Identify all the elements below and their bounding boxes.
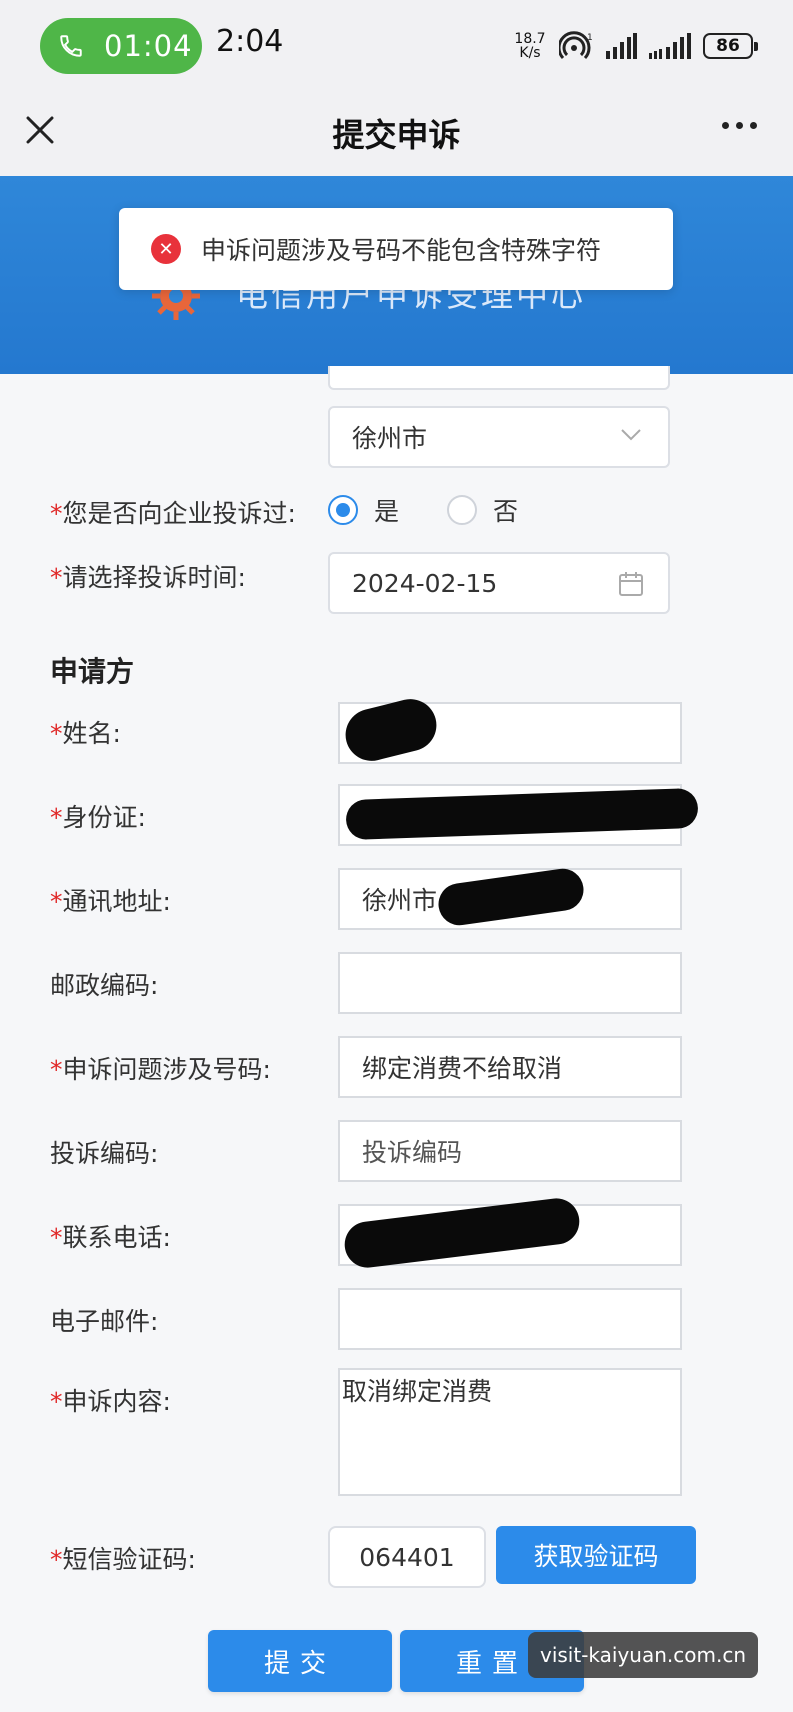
city-select-value: 徐州市 [352, 424, 428, 453]
city-select[interactable]: 徐州市 [328, 406, 670, 468]
complained-label-text: 您是否向企业投诉过: [62, 499, 296, 528]
error-message: 申诉问题涉及号码不能包含特殊字符 [201, 236, 602, 265]
sms-label-text: 短信验证码: [62, 1545, 196, 1574]
watermark: visit-kaiyuan.com.cn [528, 1632, 758, 1678]
radio-yes[interactable] [328, 495, 358, 525]
clock: 2:04 [216, 24, 284, 59]
complaint-code-label: 投诉编码: [50, 1139, 159, 1168]
time-label: *请选择投诉时间: [50, 558, 246, 594]
ongoing-call-pill[interactable]: 01:04 [40, 18, 202, 74]
calendar-icon [619, 572, 643, 596]
appeal-number-input[interactable]: 绑定消费不给取消 [338, 1036, 682, 1098]
required-mark: * [50, 719, 63, 748]
appeal-content-textarea[interactable]: 取消绑定消费 [338, 1368, 682, 1496]
app-header: 提交申诉 [0, 86, 793, 176]
complaint-date-picker[interactable]: 2024-02-15 [328, 552, 670, 614]
required-mark: * [50, 499, 63, 528]
complained-label: *您是否向企业投诉过: [50, 494, 296, 530]
required-mark: * [50, 887, 63, 916]
postcode-label: 邮政编码: [50, 971, 159, 1000]
hotspot-icon: 1 [559, 31, 593, 60]
submit-button[interactable]: 提交 [208, 1630, 392, 1692]
battery-indicator: 86 [703, 33, 758, 59]
appeal-number-value: 绑定消费不给取消 [362, 1054, 563, 1083]
network-speed-unit: K/s [519, 45, 541, 61]
id-label: *身份证: [50, 798, 146, 834]
required-mark: * [50, 1387, 63, 1416]
phone-label-text: 联系电话: [62, 1223, 171, 1252]
error-toast: ✕ 申诉问题涉及号码不能包含特殊字符 [119, 208, 673, 290]
call-timer: 01:04 [104, 29, 193, 63]
required-mark: * [50, 803, 63, 832]
required-mark: * [50, 563, 63, 592]
error-icon: ✕ [151, 234, 181, 264]
appeal-form: 徐州市 *您是否向企业投诉过: 是 否 *请选择投诉时间: 2024-02-15… [0, 366, 793, 1712]
content-label: *申诉内容: [50, 1382, 171, 1418]
appeal-content-value: 取消绑定消费 [342, 1377, 493, 1406]
required-mark: * [50, 1545, 63, 1574]
chevron-down-icon [621, 429, 641, 441]
name-label: *姓名: [50, 714, 121, 750]
sms-code-input[interactable]: 064401 [328, 1526, 486, 1588]
address-label: *通讯地址: [50, 882, 171, 918]
content-label-text: 申诉内容: [62, 1387, 171, 1416]
number-label: *申诉问题涉及号码: [50, 1050, 271, 1086]
complained-radio-group: 是 否 [328, 492, 566, 528]
postcode-input[interactable] [338, 952, 682, 1014]
complaint-code-input[interactable]: 投诉编码 [338, 1120, 682, 1182]
signal-icon-1 [606, 33, 637, 59]
status-bar: 01:04 2:04 18.7 K/s 1 86 [0, 0, 793, 86]
network-speed-value: 18.7 [514, 31, 546, 47]
id-label-text: 身份证: [62, 803, 146, 832]
email-input[interactable] [338, 1288, 682, 1350]
more-dots-icon [722, 122, 729, 129]
time-label-text: 请选择投诉时间: [62, 563, 246, 592]
radio-no-label[interactable]: 否 [493, 492, 518, 528]
phone-label: *联系电话: [50, 1218, 171, 1254]
number-label-text: 申诉问题涉及号码: [62, 1055, 271, 1084]
required-mark: * [50, 1055, 63, 1084]
page-title: 提交申诉 [332, 116, 461, 154]
complaint-code-placeholder: 投诉编码 [362, 1138, 463, 1167]
svg-text:1: 1 [587, 33, 593, 43]
radio-no[interactable] [447, 495, 478, 525]
complaint-date-value: 2024-02-15 [352, 568, 498, 598]
radio-yes-label[interactable]: 是 [374, 492, 399, 528]
section-applicant-title: 申请方 [50, 655, 135, 688]
address-value: 徐州市 [362, 886, 438, 915]
get-sms-code-button[interactable]: 获取验证码 [496, 1526, 696, 1584]
more-dots-icon [750, 122, 757, 129]
address-label-text: 通讯地址: [62, 887, 171, 916]
more-dots-icon [736, 122, 743, 129]
sms-code-value: 064401 [359, 1542, 455, 1572]
signal-icon-2 [649, 33, 691, 59]
sms-label: *短信验证码: [50, 1540, 196, 1576]
name-label-text: 姓名: [62, 719, 121, 748]
phone-icon [60, 35, 82, 57]
email-label: 电子邮件: [50, 1307, 159, 1336]
province-select-partial[interactable] [328, 366, 670, 390]
more-options-button[interactable] [722, 122, 757, 129]
network-speed: 18.7 K/s [513, 32, 547, 60]
required-mark: * [50, 1223, 63, 1252]
